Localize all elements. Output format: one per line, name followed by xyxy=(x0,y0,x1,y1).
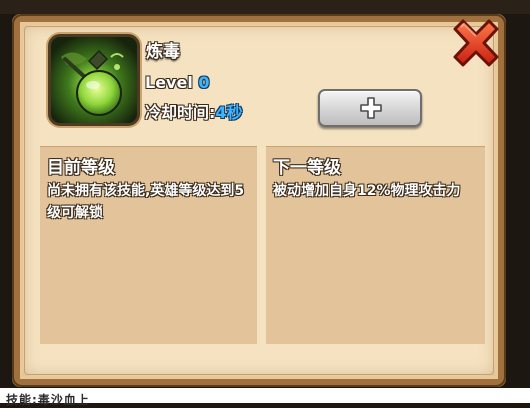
current-level-description: 尚未拥有该技能,英雄等级达到5级可解锁 xyxy=(47,183,245,221)
next-level-section: 下一等级 被动增加自身12%物理攻击力 xyxy=(266,146,485,344)
level-value: 0 xyxy=(198,73,210,92)
cooldown-value: 4秒 xyxy=(215,103,243,122)
current-level-section: 目前等级 尚未拥有该技能,英雄等级达到5级可解锁 xyxy=(40,146,257,344)
close-x-icon xyxy=(453,19,499,67)
level-label: Level xyxy=(145,73,193,92)
cooldown-label: 冷却时间: xyxy=(145,103,216,122)
plus-icon xyxy=(360,97,382,119)
current-level-title: 目前等级 xyxy=(47,158,115,178)
level-row: Level 0 xyxy=(145,73,210,92)
upgrade-button[interactable] xyxy=(318,89,422,127)
next-level-description: 被动增加自身12%物理攻击力 xyxy=(273,183,461,199)
poison-flask-icon xyxy=(48,34,140,126)
footer-text: 技能:毒沙血上 xyxy=(6,393,90,407)
close-button[interactable] xyxy=(449,17,503,69)
skill-name: 炼毒 xyxy=(146,42,180,62)
next-level-title: 下一等级 xyxy=(273,158,341,178)
background-top xyxy=(0,0,530,14)
cooldown-row: 冷却时间:4秒 xyxy=(145,99,243,123)
